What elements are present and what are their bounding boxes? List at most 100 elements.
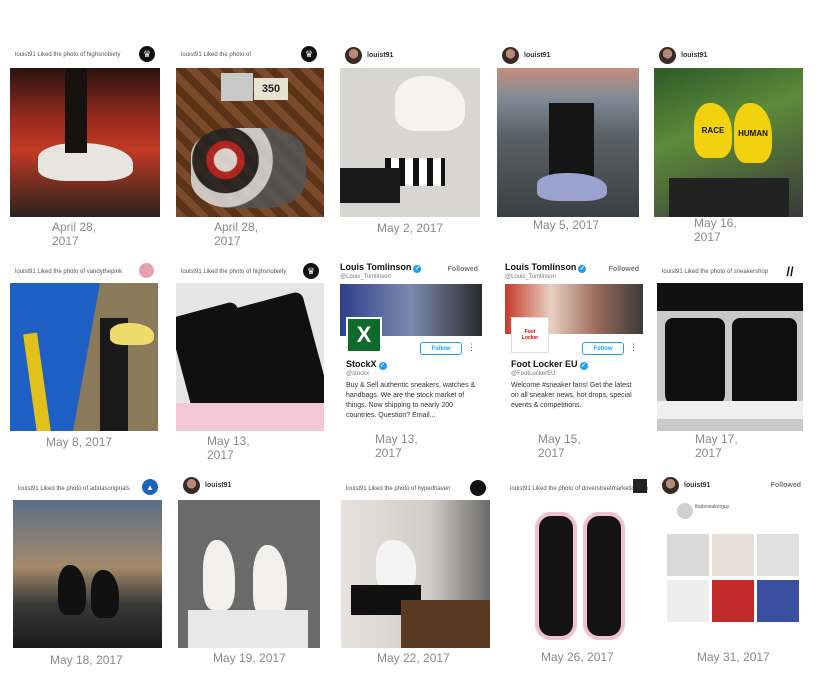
username: louist91 [524, 51, 551, 59]
box-shape [221, 73, 253, 101]
tweet-author: Louis Tomlinson ✓ [340, 262, 422, 273]
activity-photo[interactable] [10, 283, 158, 431]
activity-header: louist91 Liked the photo of highsnobiety [10, 42, 160, 68]
grid-thumb [712, 580, 754, 622]
activity-card[interactable]: louist91 Liked the photo of highsnobiety [10, 42, 160, 217]
date-label: May 18, 2017 [50, 653, 123, 667]
grid-thumb [712, 534, 754, 576]
avatar [659, 46, 676, 64]
avatar [183, 476, 200, 494]
crown-icon: ♛ [303, 263, 319, 279]
twitter-card[interactable]: Louis Tomlinson ✓ @Louis_Tomlinson Follow… [340, 262, 482, 432]
activity-card[interactable]: louist91 [340, 42, 480, 217]
sneaker-shape [253, 545, 287, 617]
activity-card[interactable]: louist91 Liked the photo of sneakershop [657, 259, 803, 431]
stockx-logo-icon: X [346, 317, 382, 353]
activity-card[interactable]: louist91 Liked the photo of vandythepink [10, 259, 158, 431]
footlocker-logo-icon: Foot Locker [511, 317, 549, 353]
avatar [662, 476, 679, 494]
activity-card[interactable]: louist91 Liked the photo of hypedhaven [341, 476, 490, 648]
user-header: louist91 [178, 472, 320, 498]
activity-card[interactable]: louist91 Liked the photo of highsnobiety [176, 259, 324, 431]
activity-card[interactable]: louist91 Liked the photo of 350 [176, 42, 324, 217]
activity-photo[interactable] [341, 500, 490, 648]
activity-photo[interactable] [176, 283, 324, 431]
sneaker-shape [58, 565, 86, 615]
profile-bio: Welcome #sneaker fans! Get the latest on… [511, 382, 632, 409]
activity-photo[interactable] [340, 68, 480, 217]
leg-shape [669, 178, 789, 217]
user-header: louist91 [654, 42, 803, 68]
more-icon[interactable]: ⋮ [629, 342, 638, 353]
leg-shape [340, 168, 400, 203]
sneaker-shape [203, 540, 235, 610]
activity-photo[interactable] [657, 283, 803, 431]
sneaker-shape [732, 318, 797, 413]
activity-card[interactable]: louist91 [497, 42, 639, 217]
adidas-logo-icon: ▲ [142, 479, 158, 495]
date-label: May 5, 2017 [533, 218, 600, 232]
activity-photo[interactable] [505, 500, 650, 648]
activity-photo[interactable] [13, 500, 162, 648]
date-label: May 8, 2017 [46, 435, 113, 449]
sneaker-shape [583, 512, 625, 640]
date-label: May 15, 2017 [538, 432, 581, 460]
box-350: 350 [254, 78, 288, 100]
activity-photo[interactable] [178, 500, 320, 648]
follow-button[interactable]: Follow [582, 342, 624, 355]
slash-logo-icon: // [786, 263, 794, 279]
date-label: May 16, 2017 [694, 216, 737, 244]
activity-card[interactable]: louist91 Liked the photo of adidasorigin… [13, 476, 162, 648]
activity-header: louist91 Liked the photo of highsnobiety [176, 259, 324, 285]
screenshot-grid: louist91 Liked the photo of highsnobiety… [0, 0, 820, 683]
activity-photo[interactable]: 350 [176, 68, 324, 217]
activity-card[interactable]: louist91 RACE HUMAN [654, 42, 803, 217]
profile-grid[interactable]: thatsneakerguy [657, 500, 803, 648]
date-label: May 2, 2017 [377, 221, 444, 235]
activity-card[interactable]: louist91 Followed thatsneakerguy [657, 472, 803, 648]
follow-button[interactable]: Follow [420, 342, 462, 355]
profile-bio: Buy & Sell authentic sneakers, watches &… [346, 382, 476, 419]
profile-handle: @FootLockerEU [511, 371, 556, 377]
pants-shape [188, 610, 308, 648]
profile-handle: @stockx [346, 371, 370, 377]
activity-photo[interactable]: RACE HUMAN [654, 68, 803, 217]
sneaker-shape: RACE [694, 103, 732, 158]
username: louist91 [367, 51, 394, 59]
tweet-handle: @Louis_Tomlinson [340, 274, 391, 280]
username: louist91 [681, 51, 708, 59]
user-header: louist91 [497, 42, 639, 68]
date-label: May 31, 2017 [697, 650, 770, 664]
more-icon[interactable]: ⋮ [467, 342, 476, 353]
activity-photo[interactable] [497, 68, 639, 217]
sneaker-shape [537, 173, 607, 201]
date-label: May 13, 2017 [207, 434, 250, 462]
sneaker-shape [91, 570, 119, 618]
crown-icon: ♛ [139, 46, 155, 62]
activity-card[interactable]: louist91 [178, 472, 320, 648]
username: louist91 [205, 481, 232, 489]
twitter-card[interactable]: Louis Tomlinson ✓ @Louis_Tomlinson Follow… [505, 262, 643, 432]
followed-label: Followed [608, 266, 639, 273]
activity-card[interactable]: louist91 Liked the photo of doverstreetm… [505, 476, 650, 648]
grid-thumb [667, 580, 709, 622]
table-shape [401, 600, 490, 648]
date-label: April 28, 2017 [214, 220, 259, 248]
grid-thumb [757, 534, 799, 576]
avatar [677, 503, 693, 519]
sneaker-shape [535, 512, 577, 640]
verified-icon: ✓ [413, 265, 422, 273]
hypedhaven-logo-icon [470, 480, 486, 496]
date-label: May 17, 2017 [695, 432, 738, 460]
sneaker-shape [395, 76, 465, 131]
avatar [502, 46, 519, 64]
crown-icon: ♛ [301, 46, 317, 62]
date-label: April 28, 2017 [52, 220, 97, 248]
date-label: May 26, 2017 [541, 650, 614, 664]
activity-photo[interactable] [10, 68, 160, 217]
sole-shape [657, 401, 803, 419]
sneaker-shape [376, 540, 416, 590]
grid-thumb [667, 534, 709, 576]
followed-label: Followed [447, 266, 478, 273]
sneaker-shape [110, 323, 154, 345]
